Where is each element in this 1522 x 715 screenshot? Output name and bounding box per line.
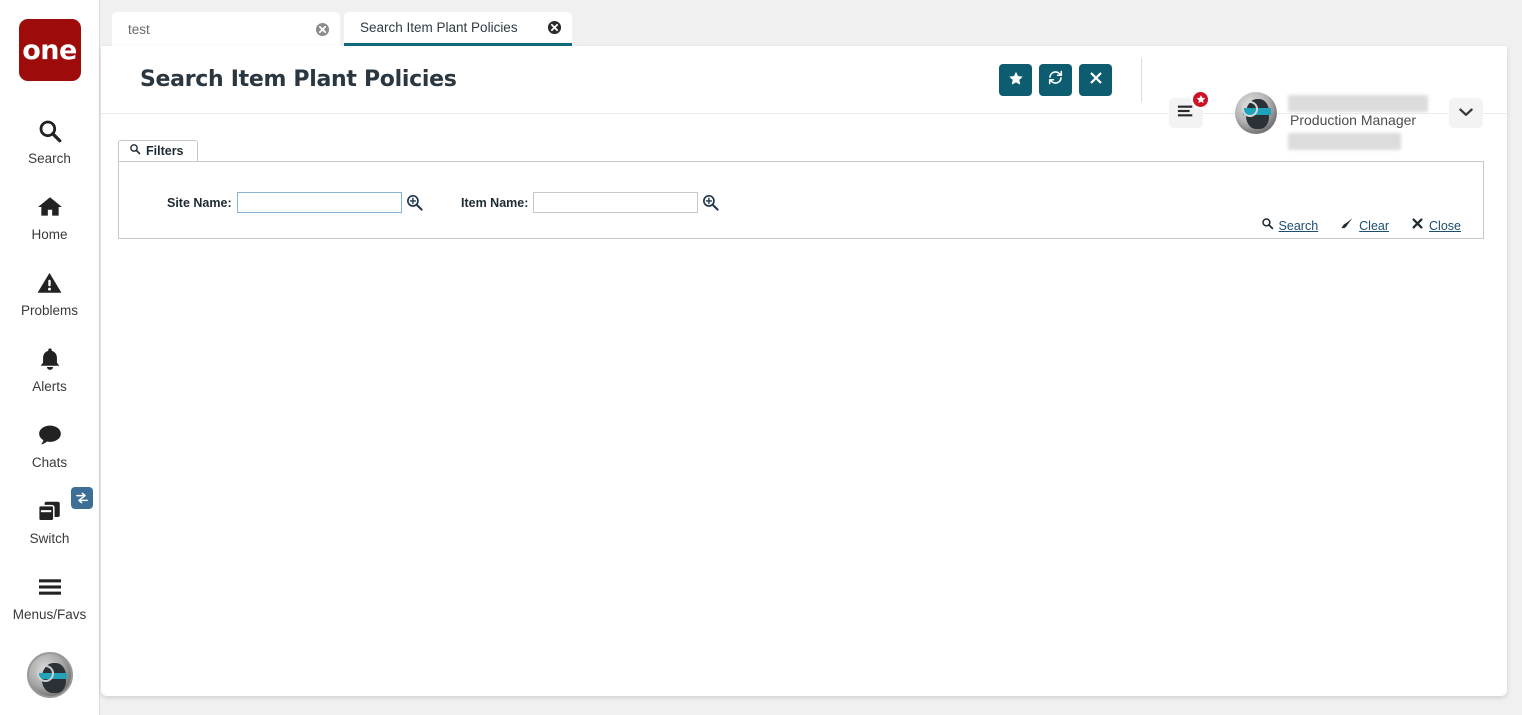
star-icon — [1008, 70, 1024, 91]
sidebar-item-label: Search — [28, 151, 71, 166]
status-badge — [1191, 90, 1210, 109]
tab-test[interactable]: test — [112, 12, 340, 46]
sidebar-item-label: Switch — [29, 531, 70, 546]
sidebar-item-label: Chats — [31, 455, 68, 470]
site-name-label: Site Name: — [167, 195, 232, 210]
filters-tabbar: Filters — [118, 140, 1484, 161]
item-name-input[interactable] — [533, 192, 699, 213]
close-link[interactable]: Close — [1411, 217, 1461, 235]
brand-logo[interactable]: one — [18, 19, 81, 81]
tab-filters[interactable]: Filters — [118, 140, 198, 161]
close-icon[interactable] — [315, 22, 330, 37]
filter-actions: Search Clear Close — [1261, 217, 1461, 235]
item-name-field-group: Item Name: — [461, 192, 720, 213]
swap-arrows-icon[interactable] — [71, 487, 93, 509]
warning-triangle-icon — [36, 268, 63, 298]
tab-search-item-plant-policies[interactable]: Search Item Plant Policies — [344, 12, 572, 46]
left-nav-rail: one Search Home Problems Alerts Chats Sw… — [0, 0, 100, 715]
star-icon — [1196, 91, 1206, 109]
favorite-button[interactable] — [999, 64, 1032, 96]
bell-icon — [37, 344, 63, 374]
main-content-card: Search Item Plant Policies Production Ma… — [101, 46, 1507, 696]
filters-body: Site Name: Item Name: Search Clear Close — [118, 161, 1484, 239]
home-icon — [36, 192, 64, 222]
sidebar-item-label: Menus/Favs — [12, 607, 87, 622]
site-name-lookup-button[interactable] — [405, 193, 424, 212]
list-menu-icon — [1177, 104, 1195, 123]
search-icon — [129, 142, 141, 160]
sidebar-item-home[interactable]: Home — [0, 179, 100, 255]
user-menu-button[interactable] — [1449, 98, 1483, 128]
site-name-input[interactable] — [236, 192, 402, 213]
search-link-label: Search — [1278, 219, 1319, 233]
close-button[interactable] — [1079, 64, 1112, 96]
windows-stack-icon — [35, 496, 65, 526]
sidebar-item-menus-favs[interactable]: Menus/Favs — [0, 559, 100, 635]
item-name-lookup-button[interactable] — [701, 193, 720, 212]
filters-panel: Filters Site Name: Item Name: Search Cle… — [118, 140, 1484, 239]
item-name-label: Item Name: — [461, 195, 529, 210]
sidebar-item-problems[interactable]: Problems — [0, 255, 100, 331]
page-header: Search Item Plant Policies Production Ma… — [101, 46, 1507, 150]
close-x-icon — [1411, 217, 1424, 235]
sidebar-item-chats[interactable]: Chats — [0, 407, 100, 483]
brand-logo-text: one — [22, 34, 77, 66]
avatar-ring — [1242, 101, 1258, 117]
clear-link-label: Clear — [1359, 219, 1390, 233]
user-role-label: Production Manager — [1290, 112, 1417, 128]
tab-label: Search Item Plant Policies — [360, 20, 518, 35]
tab-label: test — [128, 21, 150, 37]
sidebar-item-search[interactable]: Search — [0, 103, 100, 179]
close-x-icon — [1089, 71, 1103, 90]
hamburger-icon — [36, 572, 64, 602]
avatar[interactable] — [27, 652, 73, 698]
page-title: Search Item Plant Policies — [140, 67, 457, 92]
site-name-field-group: Site Name: — [167, 192, 424, 213]
chevron-down-icon — [1459, 104, 1473, 122]
sidebar-item-alerts[interactable]: Alerts — [0, 331, 100, 407]
avatar-ring — [37, 665, 54, 682]
tab-strip: test Search Item Plant Policies — [101, 0, 1522, 46]
tab-label: Filters — [146, 144, 184, 158]
redacted-user-name — [1288, 95, 1428, 112]
close-icon[interactable] — [547, 20, 562, 35]
refresh-button[interactable] — [1039, 64, 1072, 96]
avatar[interactable] — [1235, 92, 1277, 134]
close-link-label: Close — [1429, 219, 1461, 233]
results-area — [118, 256, 1484, 676]
chat-bubble-icon — [36, 420, 64, 450]
header-divider — [1141, 58, 1142, 102]
sidebar-item-label: Alerts — [32, 379, 67, 394]
search-icon — [1261, 217, 1274, 235]
eraser-icon — [1340, 217, 1354, 235]
sidebar-item-label: Home — [31, 227, 68, 242]
search-icon — [37, 116, 63, 146]
clear-link[interactable]: Clear — [1340, 217, 1389, 235]
sidebar-item-label: Problems — [20, 303, 79, 318]
refresh-icon — [1047, 69, 1064, 91]
search-link[interactable]: Search — [1261, 217, 1319, 235]
